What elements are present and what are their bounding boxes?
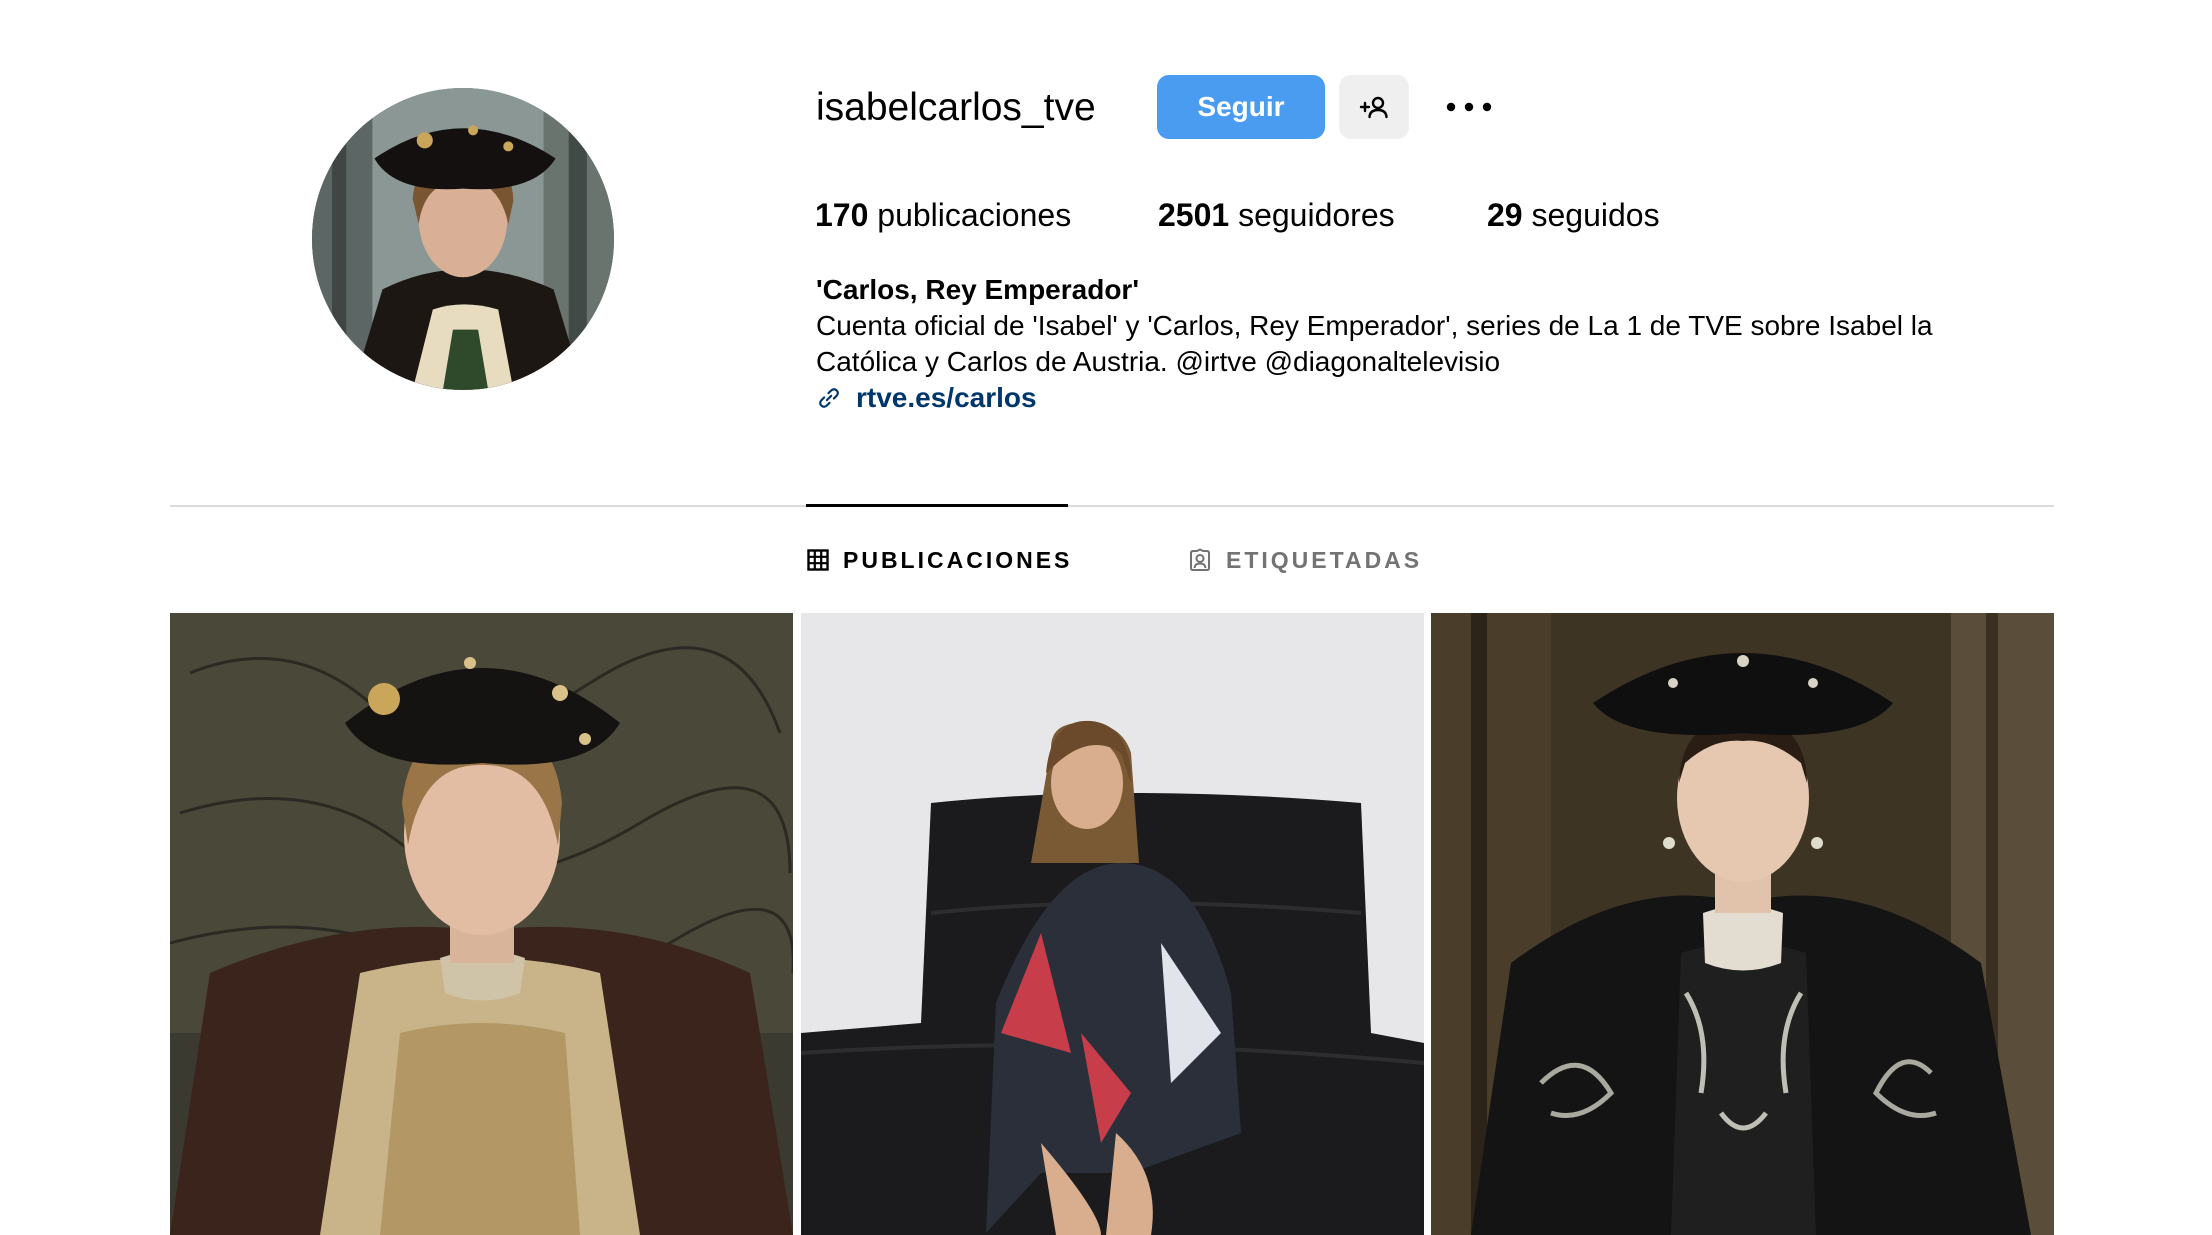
avatar-image xyxy=(312,88,614,390)
profile-avatar[interactable] xyxy=(312,88,614,390)
bio-link-text: rtve.es/carlos xyxy=(856,382,1037,413)
posts-grid xyxy=(170,613,2054,1235)
more-options-icon xyxy=(1446,102,1492,112)
posts-count: 170 xyxy=(815,197,869,233)
post-photo-carlos xyxy=(170,613,793,1235)
bio-name: 'Carlos, Rey Emperador' xyxy=(816,274,1139,305)
following-count: 29 xyxy=(1487,197,1523,233)
link-icon xyxy=(819,388,839,408)
follow-button[interactable]: Seguir xyxy=(1157,75,1325,139)
add-person-icon xyxy=(1359,96,1388,119)
following-label: seguidos xyxy=(1531,197,1660,233)
followers-label: seguidores xyxy=(1238,197,1395,233)
post-tile[interactable] xyxy=(801,613,1424,1235)
suggested-accounts-button[interactable] xyxy=(1339,75,1409,139)
tabs-divider xyxy=(170,505,2054,507)
followers-count: 2501 xyxy=(1158,197,1230,233)
followers-stat[interactable]: 2501 seguidores xyxy=(1158,195,1395,235)
grid-icon xyxy=(807,549,829,571)
posts-stat: 170 publicaciones xyxy=(815,195,1071,235)
tab-posts[interactable]: PUBLICACIONES xyxy=(807,544,1072,576)
profile-username: isabelcarlos_tve xyxy=(816,86,1096,129)
following-stat[interactable]: 29 seguidos xyxy=(1487,195,1660,235)
active-tab-indicator xyxy=(806,504,1068,507)
tagged-user-icon xyxy=(1190,548,1210,571)
bio-website-link[interactable]: rtve.es/carlos xyxy=(816,380,1037,416)
tab-tagged-label: ETIQUETADAS xyxy=(1226,546,1423,573)
profile-bio: 'Carlos, Rey Emperador' Cuenta oficial d… xyxy=(816,272,2016,416)
more-options-button[interactable] xyxy=(1438,90,1500,124)
posts-label: publicaciones xyxy=(877,197,1072,233)
post-photo-woman-on-sofa xyxy=(801,613,1424,1235)
tab-posts-label: PUBLICACIONES xyxy=(843,546,1073,573)
bio-text: Cuenta oficial de 'Isabel' y 'Carlos, Re… xyxy=(816,310,1933,377)
tab-tagged[interactable]: ETIQUETADAS xyxy=(1188,544,1422,576)
post-photo-isabel xyxy=(1431,613,2054,1235)
post-tile[interactable] xyxy=(1431,613,2054,1235)
post-tile[interactable] xyxy=(170,613,793,1235)
